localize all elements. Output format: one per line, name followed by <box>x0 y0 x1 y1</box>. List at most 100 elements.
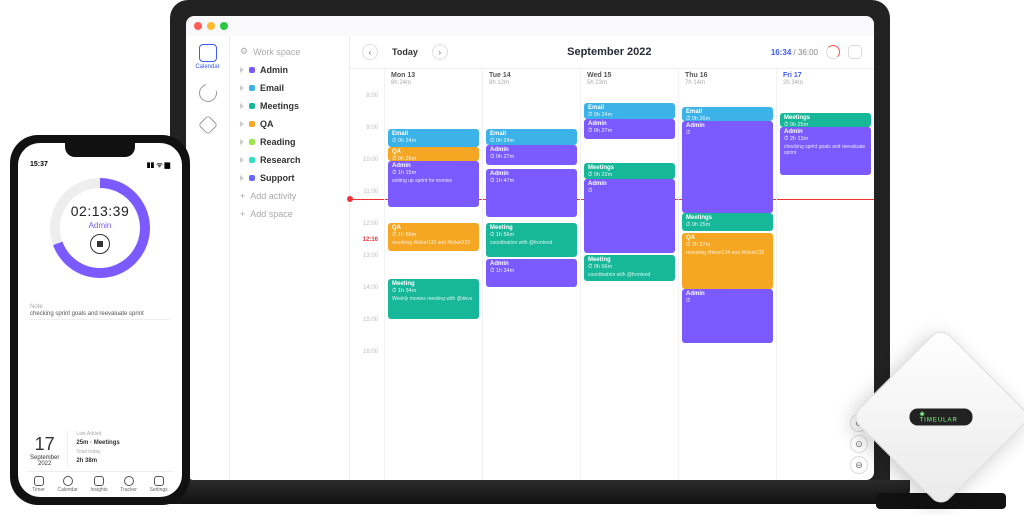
progress-ring-icon[interactable] <box>826 45 840 59</box>
calendar-event[interactable]: Meetings⏱ 0h 22m <box>584 163 675 179</box>
hour-label: 13:00 <box>350 253 384 285</box>
next-button[interactable]: › <box>432 44 448 60</box>
day-body[interactable]: Email⏱ 0h 26mAdmin⏱ Meetings⏱ 0h 25mQA⏱ … <box>679 93 776 353</box>
calendar-event[interactable]: Admin⏱ <box>682 121 773 213</box>
note-field[interactable]: Note checking sprint goals and reevaluat… <box>30 304 170 320</box>
day-column: Wed 155h 23m Email⏱ 0h 24mAdmin⏱ 0h 27m Me… <box>580 69 678 480</box>
caret-icon <box>240 157 244 163</box>
minimize-icon[interactable] <box>207 22 215 30</box>
stop-icon <box>97 241 103 247</box>
hour-gutter: 8:009:0010:0011:0012:0012:1613:0014:0015… <box>350 69 384 480</box>
window-chrome <box>186 16 874 36</box>
calendar-event[interactable]: Admin⏱ 0h 27m <box>584 119 675 139</box>
calendar-event[interactable]: Email⏱ 0h 24m <box>388 129 479 147</box>
add-activity-label: Add activity <box>250 191 296 201</box>
laptop-frame: Calendar ⚙ Work space AdminEmail Meetings… <box>170 0 890 505</box>
close-icon[interactable] <box>194 22 202 30</box>
tab-icon <box>124 476 134 486</box>
calendar-event[interactable]: Admin⏱ 1h 47m <box>486 169 577 217</box>
phone-tab[interactable]: Calendar <box>57 476 77 493</box>
calendar-event[interactable]: Admin⏱ 2h 13mchecking sprint goals and r… <box>780 127 871 175</box>
tracked-time: 16:34 <box>771 48 791 57</box>
pie-icon <box>195 81 220 106</box>
sidebar-item[interactable]: Reading <box>238 133 341 151</box>
prev-button[interactable]: ‹ <box>362 44 378 60</box>
calendar-event[interactable]: Admin⏱ <box>682 289 773 343</box>
caret-icon <box>240 175 244 181</box>
workspace-label: Work space <box>253 47 300 57</box>
workspace-header[interactable]: ⚙ Work space <box>238 42 341 61</box>
date-year: 2022 <box>38 461 51 467</box>
maximize-icon[interactable] <box>220 22 228 30</box>
phone-tab[interactable]: Timer <box>32 476 45 493</box>
laptop-screen: Calendar ⚙ Work space AdminEmail Meetings… <box>170 0 890 480</box>
note-label: Note <box>30 304 170 310</box>
hour-label: 11:00 <box>350 189 384 221</box>
day-body[interactable]: Meetings⏱ 0h 25mAdmin⏱ 2h 13mchecking sp… <box>777 93 874 353</box>
hour-label: 10:00 <box>350 157 384 189</box>
calendar-event[interactable]: Meetings⏱ 0h 25m <box>682 213 773 231</box>
sidebar-item[interactable]: Support <box>238 169 341 187</box>
add-space-button[interactable]: + Add space <box>238 205 341 223</box>
day-column: Tue 148h 12mEmail⏱ 0h 24mAdmin⏱ 0h 27mAd… <box>482 69 580 480</box>
nav-insights[interactable] <box>194 84 222 104</box>
timer-value: 02:13:39 <box>71 203 130 219</box>
time-summary: 16:34 / 36:00 <box>771 48 818 57</box>
calendar-event[interactable]: QA⏱ 0h 26m <box>388 147 479 161</box>
tab-icon <box>34 476 44 486</box>
calendar-event[interactable]: Meeting⏱ 1h 56mcoordination with @fronte… <box>486 223 577 257</box>
calendar-event[interactable]: Email⏱ 0h 24m <box>584 103 675 119</box>
sidebar-item[interactable]: Email <box>238 79 341 97</box>
calendar-event[interactable]: Meeting⏱ 0h 56mcoordination with @fronte… <box>584 255 675 281</box>
note-value: checking sprint goals and reevaluate spr… <box>30 311 170 320</box>
calendar-event[interactable]: Admin⏱ 1h 15msetting up sprint for monie… <box>388 161 479 207</box>
calendar-view-icon[interactable] <box>848 45 862 59</box>
calendar-event[interactable]: Admin⏱ 0h 27m <box>486 145 577 165</box>
stop-button[interactable] <box>90 234 110 254</box>
status-icons: ▮▮ ᯤ ▆ <box>147 161 170 170</box>
timer-ring: 02:13:39 Admin <box>30 178 170 278</box>
add-activity-button[interactable]: + Add activity <box>238 187 341 205</box>
nav-tracker[interactable] <box>194 118 222 134</box>
calendar-event[interactable]: Meetings⏱ 0h 25m <box>780 113 871 127</box>
phone-summary: 17 September 2022 Last Added 25m · Meetin… <box>30 431 170 467</box>
sidebar-item[interactable]: Research <box>238 151 341 169</box>
activity-label: Meetings <box>260 101 299 111</box>
caret-icon <box>240 103 244 109</box>
date-display: 17 September 2022 <box>30 434 59 467</box>
calendar-event[interactable]: Admin⏱ 1h 34m <box>486 259 577 287</box>
phone-tab[interactable]: Tracker <box>120 476 137 493</box>
activity-label: Research <box>260 155 301 165</box>
tab-icon <box>154 476 164 486</box>
day-column: Mon 138h 24mEmail⏱ 0h 24mQA⏱ 0h 26mAdmin… <box>384 69 482 480</box>
last-added-value: 25m · Meetings <box>76 440 119 446</box>
day-body[interactable]: Email⏱ 0h 24mAdmin⏱ 0h 27m Meetings⏱ 0h 2… <box>581 93 678 353</box>
caret-icon <box>240 139 244 145</box>
phone-tab[interactable]: Settings <box>150 476 168 493</box>
total-today-value: 2h 38m <box>76 458 119 464</box>
today-button[interactable]: Today <box>386 45 424 59</box>
day-header: Fri 172h 34m <box>777 69 874 93</box>
hour-label: 9:00 <box>350 125 384 157</box>
activity-label: QA <box>260 119 274 129</box>
calendar-event[interactable]: Email⏱ 0h 24m <box>486 129 577 145</box>
calendar-event[interactable]: Email⏱ 0h 26m <box>682 107 773 121</box>
sidebar-item[interactable]: Meetings <box>238 97 341 115</box>
caret-icon <box>240 121 244 127</box>
day-body[interactable]: Email⏱ 0h 24mQA⏱ 0h 26mAdmin⏱ 1h 15msett… <box>385 93 482 353</box>
nav-calendar[interactable]: Calendar <box>194 44 222 70</box>
goal-time: / 36:00 <box>794 48 818 57</box>
phone-tab[interactable]: Insights <box>90 476 107 493</box>
calendar-event[interactable]: Meeting⏱ 1h 34mWeekly monies meeting wit… <box>388 279 479 319</box>
plus-icon: + <box>240 209 245 219</box>
calendar-event[interactable]: Admin⏱ <box>584 179 675 253</box>
day-header: Wed 155h 23m <box>581 69 678 93</box>
day-body[interactable]: Email⏱ 0h 24mAdmin⏱ 0h 27m Admin⏱ 1h 47m M… <box>483 93 580 353</box>
last-added-label: Last Added <box>76 431 119 437</box>
calendar-event[interactable]: QA⏱ 2h 27mresolving #ticket134 and #tick… <box>682 233 773 289</box>
sidebar-item[interactable]: QA <box>238 115 341 133</box>
tracker-body: ◉ TIMEULAR <box>850 326 1024 507</box>
sidebar-item[interactable]: Admin <box>238 61 341 79</box>
calendar-event[interactable]: QA⏱ 1h 56mresolving #ticket132 and #tick… <box>388 223 479 251</box>
main-panel: ‹ Today › September 2022 16:34 / 36:00 8… <box>350 36 874 480</box>
